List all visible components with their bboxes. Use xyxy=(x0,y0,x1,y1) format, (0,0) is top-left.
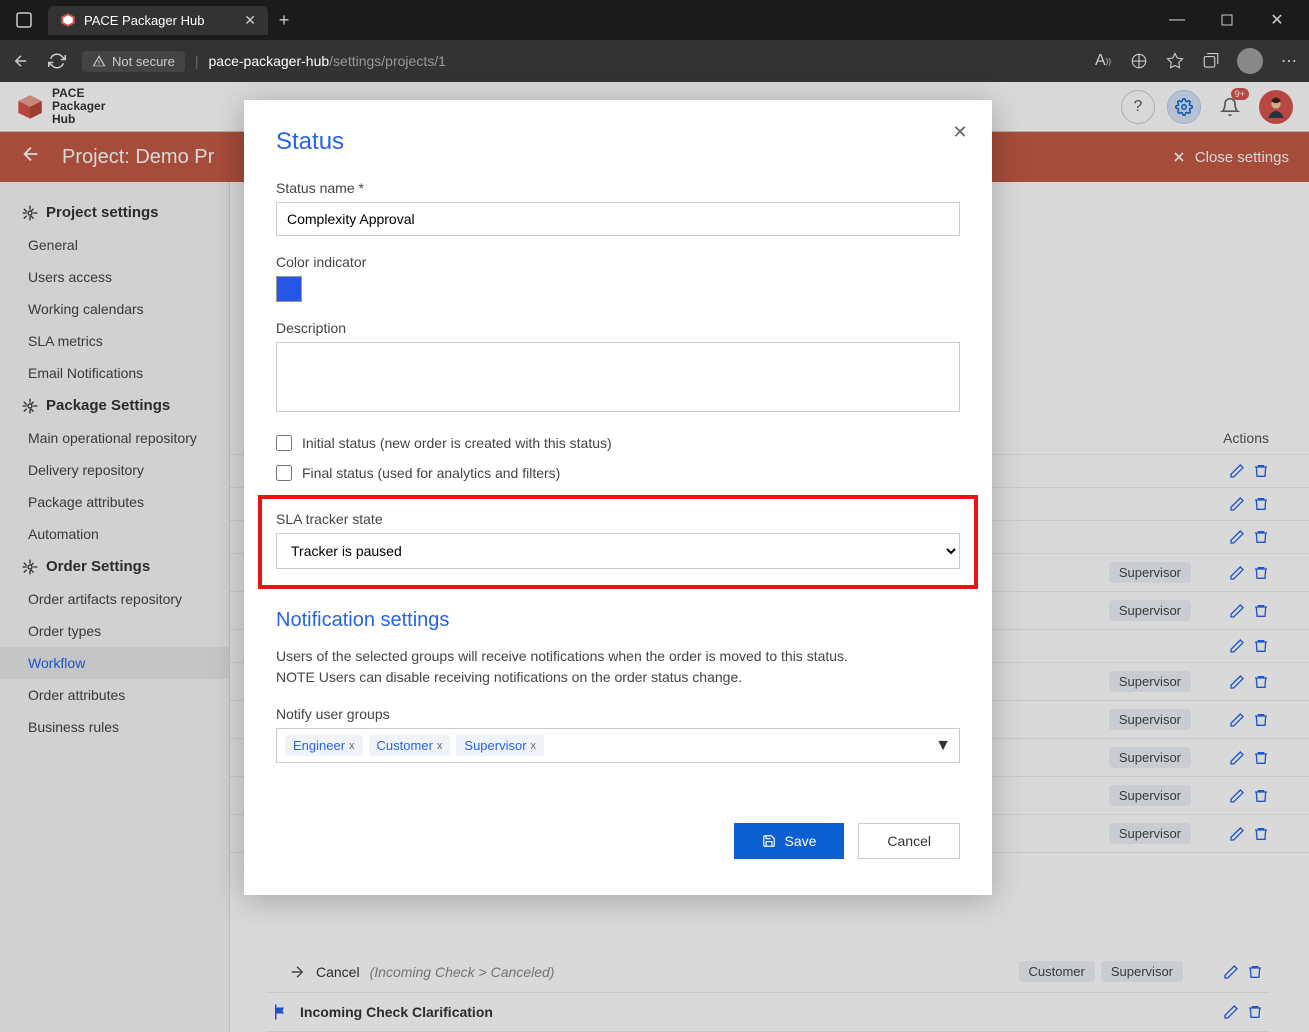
url-host: pace-packager-hub xyxy=(209,53,330,69)
tab-title: PACE Packager Hub xyxy=(84,13,204,28)
window-minimize-icon[interactable]: — xyxy=(1161,4,1193,36)
favicon-icon xyxy=(60,12,76,28)
modal-close-button[interactable]: ✕ xyxy=(948,120,972,144)
description-label: Description xyxy=(276,320,960,336)
security-badge: Not secure xyxy=(82,51,185,72)
notification-text: Users of the selected groups will receiv… xyxy=(276,646,960,688)
modal-title: Status xyxy=(276,128,960,156)
browser-nav-bar: Not secure | pace-packager-hub/settings/… xyxy=(0,40,1309,82)
group-chip[interactable]: Customer x xyxy=(369,735,451,756)
notify-groups-label: Notify user groups xyxy=(276,706,960,722)
collections-icon[interactable] xyxy=(1201,51,1221,71)
color-swatch[interactable] xyxy=(276,276,302,302)
browser-tab-bar: PACE Packager Hub ✕ + — ✕ xyxy=(0,0,1309,40)
warning-icon xyxy=(92,54,106,68)
more-icon[interactable]: ⋯ xyxy=(1279,51,1299,71)
chip-remove-icon[interactable]: x xyxy=(531,740,537,752)
final-status-checkbox[interactable] xyxy=(276,465,292,481)
address-bar[interactable]: Not secure | pace-packager-hub/settings/… xyxy=(82,51,1079,72)
refresh-icon[interactable] xyxy=(46,50,68,72)
back-icon[interactable] xyxy=(10,50,32,72)
chevron-down-icon: ▼ xyxy=(935,737,951,755)
group-chip[interactable]: Supervisor x xyxy=(456,735,544,756)
description-input[interactable] xyxy=(276,342,960,412)
save-icon xyxy=(762,834,776,848)
read-aloud-icon[interactable]: A)) xyxy=(1093,51,1113,71)
status-modal: ✕ Status Status name * Color indicator D… xyxy=(244,100,992,895)
browser-profile-icon[interactable] xyxy=(1237,48,1263,74)
tab-close-icon[interactable]: ✕ xyxy=(244,12,256,29)
initial-status-label: Initial status (new order is created wit… xyxy=(302,435,612,451)
browser-tab[interactable]: PACE Packager Hub ✕ xyxy=(48,6,268,35)
notification-title: Notification settings xyxy=(276,609,960,632)
initial-status-checkbox[interactable] xyxy=(276,435,292,451)
tracking-icon[interactable] xyxy=(1129,51,1149,71)
url-path: /settings/projects/1 xyxy=(329,53,446,69)
status-name-input[interactable] xyxy=(276,202,960,236)
not-secure-text: Not secure xyxy=(112,54,175,69)
chip-remove-icon[interactable]: x xyxy=(349,740,355,752)
window-maximize-icon[interactable] xyxy=(1211,4,1243,36)
save-button[interactable]: Save xyxy=(734,823,844,859)
favorite-icon[interactable] xyxy=(1165,51,1185,71)
color-label: Color indicator xyxy=(276,254,960,270)
final-status-label: Final status (used for analytics and fil… xyxy=(302,465,560,481)
notify-groups-select[interactable]: Engineer x Customer xSupervisor x ▼ xyxy=(276,728,960,763)
sla-label: SLA tracker state xyxy=(276,511,960,527)
window-close-icon[interactable]: ✕ xyxy=(1261,4,1293,36)
new-tab-icon[interactable]: + xyxy=(268,4,300,36)
sla-select[interactable]: Tracker is paused xyxy=(276,533,960,569)
save-label: Save xyxy=(784,833,816,849)
group-chip[interactable]: Engineer x xyxy=(285,735,363,756)
status-name-label: Status name * xyxy=(276,180,960,196)
tab-overview-icon[interactable] xyxy=(8,4,40,36)
cancel-button[interactable]: Cancel xyxy=(858,823,960,859)
sla-highlight: SLA tracker state Tracker is paused xyxy=(258,495,978,589)
chip-remove-icon[interactable]: x xyxy=(437,740,443,752)
